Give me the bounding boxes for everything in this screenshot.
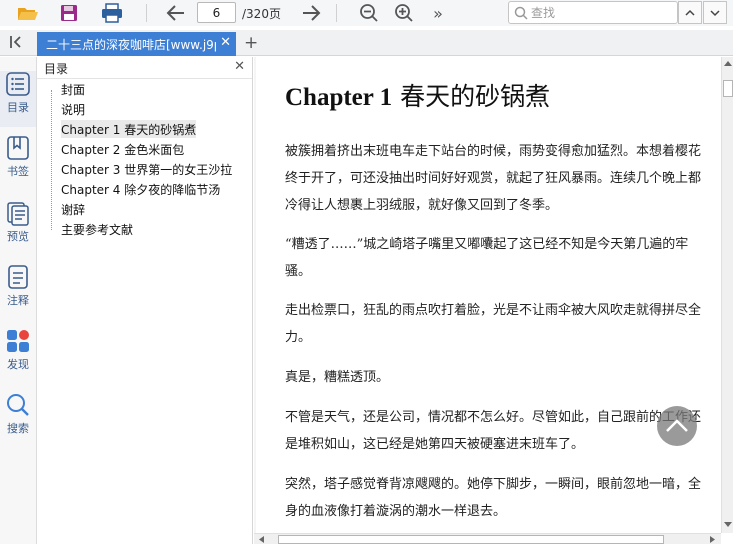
paragraph: 走出检票口，狂乱的雨点吹打着脸，光是不让雨伞被大风吹走就得拼尽全力。 xyxy=(285,303,702,345)
discover-icon xyxy=(7,330,29,352)
printer-icon xyxy=(102,3,122,23)
scroll-right-icon[interactable] xyxy=(710,536,716,543)
tab-title: 二十三点的深夜咖啡店[www.j9p xyxy=(46,37,216,52)
search-icon xyxy=(514,6,528,20)
paragraph: “糟透了……”城之崎塔子嘴里又嘟囔起了这已经不知是今天第几遍的牢骚。 xyxy=(285,237,689,279)
search-next-button[interactable] xyxy=(703,1,727,24)
chevron-up-icon xyxy=(685,9,695,16)
more-button[interactable]: » xyxy=(426,2,450,24)
close-tab-icon[interactable]: ✕ xyxy=(220,35,231,50)
page-total-label: /320页 xyxy=(242,7,281,21)
zoom-out-button[interactable] xyxy=(357,2,381,24)
toc-tree-line xyxy=(51,90,52,230)
save-button[interactable] xyxy=(57,2,81,24)
chapter-name: 春天的砂锅煮 xyxy=(392,82,551,111)
vertical-scrollbar[interactable] xyxy=(721,57,733,533)
sidebar-item-preview[interactable]: 预览 xyxy=(0,200,36,256)
toc-item[interactable]: Chapter 3 世界第一的女王沙拉 xyxy=(61,160,232,178)
sidebar-label: 注释 xyxy=(7,294,29,307)
toc-item[interactable]: 谢辞 xyxy=(61,200,85,218)
close-toc-icon[interactable]: ✕ xyxy=(234,59,245,74)
zoom-out-icon xyxy=(360,4,378,22)
folder-icon xyxy=(18,8,38,20)
zoom-in-icon xyxy=(395,4,413,22)
search-icon xyxy=(7,394,29,416)
add-tab-icon[interactable]: + xyxy=(244,33,258,53)
bookmark-icon xyxy=(7,136,29,160)
chapter-prefix: Chapter 1 xyxy=(285,84,393,111)
reader-area[interactable]: Chapter 1 春天的砂锅煮 被簇拥着挤出末班电车走下站台的时候，雨势变得愈… xyxy=(254,57,721,533)
collapse-left-icon xyxy=(10,36,21,48)
sidebar-label: 预览 xyxy=(7,230,29,243)
sidebar-item-toc[interactable]: 目录 xyxy=(0,71,36,127)
toc-item[interactable]: Chapter 2 金色米面包 xyxy=(61,140,184,158)
toc-title: 目录 xyxy=(44,62,69,76)
scroll-up-icon[interactable] xyxy=(724,60,732,66)
collapse-sidebar-button[interactable] xyxy=(8,34,24,54)
chevron-down-icon xyxy=(710,9,720,16)
toolbar-divider xyxy=(146,4,147,22)
next-page-button[interactable] xyxy=(299,2,323,24)
open-folder-button[interactable] xyxy=(16,2,40,24)
sidebar-label: 搜索 xyxy=(7,422,29,435)
toc-item[interactable]: Chapter 4 除夕夜的降临节汤 xyxy=(61,180,220,198)
toc-header: 目录 ✕ xyxy=(37,57,252,79)
paragraph: 被簇拥着挤出末班电车走下站台的时候，雨势变得愈加猛烈。本想着樱花终于开了，可还没… xyxy=(285,144,702,213)
search-input[interactable] xyxy=(531,4,671,21)
document-page: Chapter 1 春天的砂锅煮 被簇拥着挤出末班电车走下站台的时候，雨势变得愈… xyxy=(256,57,721,533)
arrow-right-icon xyxy=(303,5,321,21)
paragraph: 突然，塔子感觉脊背凉飕飕的。她停下脚步，一瞬间，眼前忽地一暗，全身的血液像打着漩… xyxy=(285,477,702,519)
main-toolbar: /320页 » xyxy=(0,0,733,26)
toc-panel: 目录 ✕ 封面 说明 Chapter 1 春天的砂锅煮 Chapter 2 金色… xyxy=(37,57,253,544)
page-number-input[interactable] xyxy=(197,2,236,23)
search-prev-button[interactable] xyxy=(678,1,702,24)
sidebar-label: 书签 xyxy=(7,165,29,178)
tab-bar: 二十三点的深夜咖啡店[www.j9p ✕ + xyxy=(0,30,733,56)
prev-page-button[interactable] xyxy=(164,2,188,24)
annotation-icon xyxy=(8,265,28,289)
sidebar-item-annotation[interactable]: 注释 xyxy=(0,264,36,320)
paragraph: 真是，糟糕透顶。 xyxy=(285,370,390,385)
scroll-left-icon[interactable] xyxy=(258,536,264,543)
preview-icon xyxy=(7,202,29,226)
horizontal-scroll-thumb[interactable] xyxy=(278,535,664,544)
sidebar-item-bookmark[interactable]: 书签 xyxy=(0,135,36,191)
back-to-top-button[interactable] xyxy=(657,406,697,446)
left-sidebar: 目录 书签 预览 注释 发现 搜索 xyxy=(0,57,37,544)
sidebar-item-search[interactable]: 搜索 xyxy=(0,392,36,448)
vertical-scroll-thumb[interactable] xyxy=(723,80,733,97)
sidebar-item-discover[interactable]: 发现 xyxy=(0,328,36,384)
toc-item[interactable]: 封面 xyxy=(61,80,85,98)
scroll-down-icon[interactable] xyxy=(724,522,732,528)
toc-item-selected[interactable]: Chapter 1 春天的砂锅煮 xyxy=(61,120,197,138)
sidebar-label: 目录 xyxy=(7,101,29,114)
save-icon xyxy=(61,5,77,21)
toolbar-divider xyxy=(336,4,337,22)
horizontal-scrollbar[interactable] xyxy=(254,533,721,544)
chapter-title: Chapter 1 春天的砂锅煮 xyxy=(285,77,550,113)
sidebar-label: 发现 xyxy=(7,358,29,371)
document-tab[interactable]: 二十三点的深夜咖啡店[www.j9p ✕ xyxy=(37,32,236,56)
toc-item[interactable]: 说明 xyxy=(61,100,85,118)
search-box xyxy=(508,1,678,24)
print-button[interactable] xyxy=(100,2,124,24)
paragraph: 不管是天气，还是公司，情况都不怎么好。尽管如此，自己跟前的工作还是堆积如山，这已… xyxy=(285,410,702,452)
arrow-left-icon xyxy=(166,5,184,21)
toc-item[interactable]: 主要参考文献 xyxy=(61,220,133,238)
chevron-up-icon xyxy=(666,419,688,432)
toc-icon xyxy=(6,72,30,96)
zoom-in-button[interactable] xyxy=(392,2,416,24)
